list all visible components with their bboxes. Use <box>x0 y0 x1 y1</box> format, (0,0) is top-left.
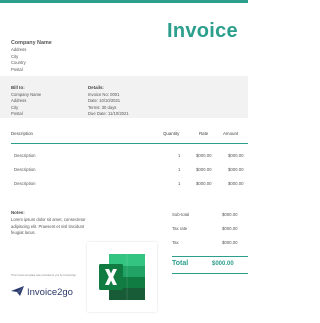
bill-to-address: Address <box>11 98 27 104</box>
footer-note: This invoice template was provided to yo… <box>11 274 76 277</box>
total-divider-top <box>172 256 248 257</box>
page-title: Invoice <box>166 20 238 42</box>
row-rate: $000.00 <box>196 153 212 158</box>
header-divider <box>11 143 248 144</box>
row-description: Description <box>14 153 36 158</box>
invoice-due-date: Due Date: 11/10/2021 <box>88 111 129 117</box>
tax-row: Tax $000.00 <box>172 238 248 252</box>
totals-block: Sub-total $000.00 Tax rate $000.00 Tax $… <box>172 210 248 252</box>
invoice-date: Date: 10/10/2021 <box>88 98 121 104</box>
bill-to-block: Bill to: Company Name Address City Posta… <box>11 85 41 118</box>
table-row: Description 1 $000.00 $000.00 <box>0 153 248 161</box>
tax-value: $000.00 <box>222 240 238 245</box>
col-rate: Rate <box>199 131 209 136</box>
row-amount: $000.00 <box>228 181 244 186</box>
tax-rate-value: $000.00 <box>222 226 238 231</box>
total-value: $000.00 <box>212 261 234 267</box>
bill-to-postal: Postal <box>11 111 23 117</box>
row-description: Description <box>14 181 36 186</box>
table-header: Description Quantity Rate Amount <box>0 128 248 140</box>
total-divider-bottom <box>172 273 248 274</box>
notes-block: Notes: Lorem ipsum dolor sit amet, conse… <box>11 210 91 237</box>
subtotal-label: Sub-total <box>172 212 190 217</box>
brand-name: Invoice2go <box>27 286 73 298</box>
company-postal: Postal <box>11 66 23 72</box>
details-label: Details: <box>88 85 104 90</box>
company-block: Company Name Address City Country Postal <box>11 40 52 73</box>
notes-title: Notes: <box>11 210 25 215</box>
table-row: Description 1 $000.00 $000.00 <box>0 181 248 189</box>
brand-logo: Invoice2go <box>11 283 73 301</box>
col-description: Description <box>11 131 33 136</box>
bill-to-city: City <box>11 104 19 110</box>
row-amount: $000.00 <box>228 153 244 158</box>
company-country: Country <box>11 60 26 66</box>
notes-text: Lorem ipsum dolor sit amet, consectetur … <box>11 217 86 236</box>
company-address: Address <box>11 47 27 52</box>
row-quantity: 1 <box>178 167 181 172</box>
tax-rate-label: Tax rate <box>172 226 188 231</box>
bill-to-company: Company Name <box>11 91 42 97</box>
bill-to-label: Bill to: <box>11 85 25 90</box>
invoice-terms: Terms: 30 days <box>88 104 117 110</box>
row-quantity: 1 <box>178 181 181 186</box>
invoice-number: Invoice No: 0001 <box>88 91 120 97</box>
row-amount: $000.00 <box>228 167 244 172</box>
col-quantity: Quantity <box>163 131 180 136</box>
tax-label: Tax <box>172 240 179 245</box>
total-label: Total <box>172 260 189 267</box>
invoice2go-paper-plane-icon <box>11 283 24 301</box>
row-rate: $000.00 <box>196 181 212 186</box>
details-block: Details: Invoice No: 0001 Date: 10/10/20… <box>88 85 129 118</box>
excel-icon <box>87 242 157 312</box>
col-amount: Amount <box>223 131 239 136</box>
subtotal-row: Sub-total $000.00 <box>172 210 248 224</box>
subtotal-value: $000.00 <box>222 212 238 217</box>
row-rate: $000.00 <box>196 167 212 172</box>
company-city: City <box>11 53 19 59</box>
table-row: Description 1 $000.00 $000.00 <box>0 167 248 175</box>
company-name: Company Name <box>11 40 52 46</box>
accent-top-bar <box>0 0 248 3</box>
row-quantity: 1 <box>178 153 181 158</box>
tax-rate-row: Tax rate $000.00 <box>172 224 248 238</box>
row-description: Description <box>14 167 36 172</box>
total-row: Total $000.00 <box>172 260 248 272</box>
